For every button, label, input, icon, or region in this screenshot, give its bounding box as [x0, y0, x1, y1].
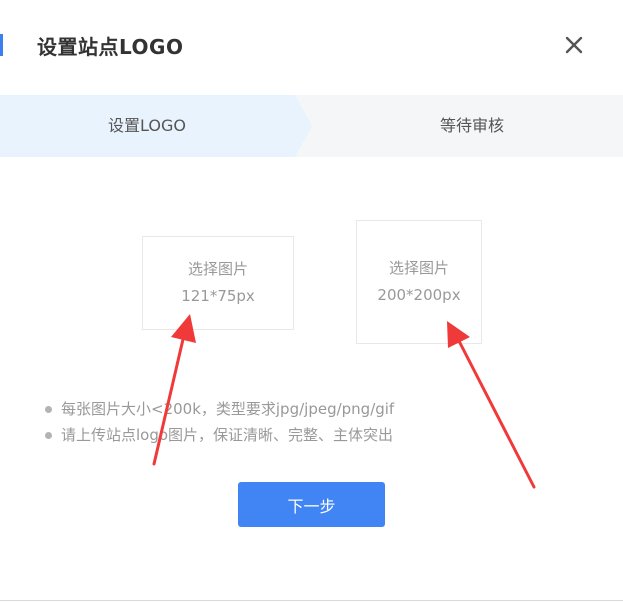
- close-button[interactable]: [560, 31, 588, 59]
- step-bar: 设置LOGO 等待审核: [0, 95, 623, 157]
- next-step-button[interactable]: 下一步: [238, 482, 385, 527]
- upload-requirements: 每张图片大小<200k，类型要求jpg/jpeg/png/gif 请上传站点lo…: [45, 396, 394, 448]
- step-set-logo: 设置LOGO: [108, 116, 186, 135]
- upload-logo-small[interactable]: 选择图片 121*75px: [142, 236, 294, 330]
- note-text: 每张图片大小<200k，类型要求jpg/jpeg/png/gif: [61, 400, 395, 418]
- upload-logo-square[interactable]: 选择图片 200*200px: [356, 220, 482, 344]
- dialog-bottom-border: [0, 600, 623, 601]
- close-icon: [565, 36, 583, 54]
- dialog-title: 设置站点LOGO: [37, 35, 184, 59]
- note-item: 每张图片大小<200k，类型要求jpg/jpeg/png/gif: [45, 396, 394, 422]
- upload-size: 200*200px: [377, 286, 461, 304]
- upload-size: 121*75px: [181, 287, 255, 305]
- note-item: 请上传站点logo图片，保证清晰、完整、主体突出: [45, 422, 394, 448]
- upload-label: 选择图片: [388, 259, 449, 277]
- bullet-icon: [45, 405, 52, 413]
- title-accent-bar: [0, 34, 3, 56]
- note-text: 请上传站点logo图片，保证清晰、完整、主体突出: [61, 426, 394, 444]
- bullet-icon: [45, 431, 52, 439]
- logo-setup-dialog: 设置站点LOGO 设置LOGO 等待审核 选择图片 121*75px 选择图片 …: [0, 0, 623, 603]
- step-await-review: 等待审核: [440, 116, 505, 135]
- upload-label: 选择图片: [187, 260, 248, 278]
- annotation-arrow-icon: [447, 321, 536, 489]
